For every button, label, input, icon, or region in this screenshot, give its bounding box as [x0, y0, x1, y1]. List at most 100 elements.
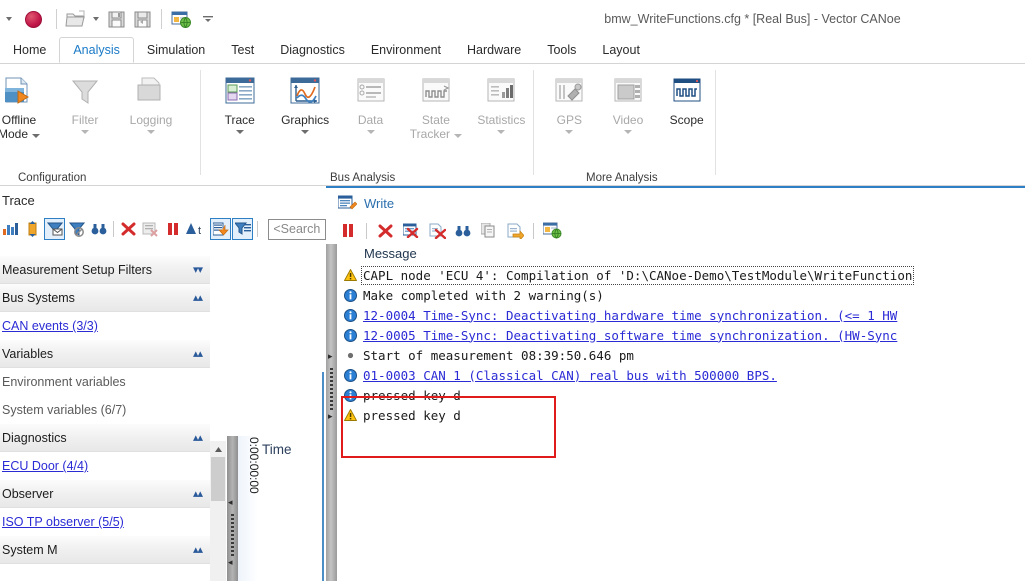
state-tracker-icon — [417, 72, 455, 110]
chevron-down-icon[interactable] — [235, 130, 244, 134]
tree-item-environment-variables[interactable]: Environment variables — [0, 368, 210, 396]
ribbon-item-video[interactable]: Video — [599, 68, 658, 134]
write-message-row[interactable]: Make completed with 2 warning(s) — [337, 285, 1025, 305]
chevron-down-icon[interactable] — [81, 130, 89, 134]
ribbon-item-statistics[interactable]: Statistics — [469, 68, 534, 134]
chevron-double-up-icon[interactable]: ▴▴ — [193, 291, 203, 304]
trace-splitter[interactable]: ◂ ◂ — [227, 436, 238, 581]
chevron-down-icon[interactable] — [301, 130, 310, 134]
collapse-left-arrow-icon-2[interactable]: ◂ — [228, 558, 237, 567]
chevron-double-down-icon[interactable]: ▾▾ — [193, 263, 203, 276]
filter-active-icon[interactable] — [44, 218, 66, 240]
tab-home[interactable]: Home — [0, 38, 59, 63]
ribbon-item-filter[interactable]: Filter — [52, 68, 118, 134]
write-message-row[interactable]: 12-0005 Time-Sync: Deactivating software… — [337, 325, 1025, 345]
caret-down-icon[interactable] — [2, 6, 16, 32]
write-message-row[interactable]: CAPL node 'ECU 4': Compilation of 'D:\CA… — [337, 265, 1025, 285]
save-to-file-icon[interactable] — [503, 220, 527, 242]
write-gutter[interactable]: ▸ ▸ — [326, 244, 337, 581]
tab-diagnostics[interactable]: Diagnostics — [267, 38, 358, 63]
expand-collapse-icon[interactable] — [22, 218, 43, 240]
clear-page-icon[interactable] — [425, 220, 449, 242]
ribbon-item-state-tracker[interactable]: State Tracker — [403, 68, 468, 141]
chevron-down-icon[interactable] — [454, 133, 463, 138]
tree-item-can-events[interactable]: CAN events (3/3) — [0, 312, 210, 340]
write-message-row[interactable]: 01-0003 CAN 1 (Classical CAN) real bus w… — [337, 365, 1025, 385]
write-message-link[interactable]: 01-0003 CAN 1 (Classical CAN) real bus w… — [363, 368, 777, 383]
ribbon-item-graphics[interactable]: Graphics — [272, 68, 337, 134]
tree-section-bus-systems[interactable]: Bus Systems ▴▴ — [0, 284, 210, 312]
clear-red-x-icon[interactable] — [118, 218, 139, 240]
write-message-row[interactable]: Start of measurement 08:39:50.646 pm — [337, 345, 1025, 365]
chevron-down-icon[interactable] — [147, 130, 155, 134]
customize-icon[interactable] — [194, 6, 222, 32]
chevron-down-icon[interactable] — [624, 130, 632, 134]
ribbon-item-gps[interactable]: GPS — [540, 68, 599, 134]
tab-hardware[interactable]: Hardware — [454, 38, 534, 63]
write-message-row[interactable]: 12-0004 Time-Sync: Deactivating hardware… — [337, 305, 1025, 325]
tree-item-iso-tp-observer[interactable]: ISO TP observer (5/5) — [0, 508, 210, 536]
publish-globe-icon[interactable] — [168, 6, 194, 32]
ribbon-item-trace[interactable]: Trace — [207, 68, 272, 134]
tab-simulation[interactable]: Simulation — [134, 38, 218, 63]
save-icon[interactable] — [103, 6, 129, 32]
scroll-to-end-icon[interactable] — [210, 218, 232, 240]
search-input[interactable]: <Search — [268, 218, 326, 240]
ribbon-item-logging[interactable]: Logging — [118, 68, 184, 134]
tree-section-diagnostics[interactable]: Diagnostics ▴▴ — [0, 424, 210, 452]
tree-section-measurement-setup-filters[interactable]: Measurement Setup Filters ▾▾ — [0, 256, 210, 284]
tree-item-system-variables[interactable]: System variables (6/7) — [0, 396, 210, 424]
tab-tools[interactable]: Tools — [534, 38, 589, 63]
save-as-icon[interactable] — [129, 6, 155, 32]
tab-analysis[interactable]: Analysis — [59, 37, 134, 63]
pause-icon[interactable] — [336, 220, 360, 242]
tree-section-observer[interactable]: Observer ▴▴ — [0, 480, 210, 508]
tree-section-variables[interactable]: Variables ▴▴ — [0, 340, 210, 368]
filter-config-icon[interactable] — [232, 218, 254, 240]
ribbon-item-data[interactable]: Data — [338, 68, 403, 134]
write-message-link[interactable]: 12-0004 Time-Sync: Deactivating hardware… — [363, 308, 897, 323]
chevron-down-icon[interactable] — [366, 130, 375, 134]
write-window: Write ▸ ▸ Message CAPL node 'ECU 4': Com… — [326, 186, 1025, 581]
tab-environment[interactable]: Environment — [358, 38, 454, 63]
expand-right-arrow-icon-2[interactable]: ▸ — [328, 412, 336, 421]
copy-icon[interactable] — [477, 220, 501, 242]
record-icon[interactable] — [16, 6, 50, 32]
write-message-link[interactable]: 12-0005 Time-Sync: Deactivating software… — [363, 328, 897, 343]
find-binoculars-icon[interactable] — [451, 220, 475, 242]
tree-item-ecu-door[interactable]: ECU Door (4/4) — [0, 452, 210, 480]
collapse-left-arrow-icon[interactable]: ◂ — [228, 498, 237, 507]
chevron-down-icon[interactable] — [565, 130, 574, 134]
write-message-row[interactable]: pressed key d — [337, 405, 1025, 425]
ribbon-content: t Offline Mode — [0, 63, 1025, 186]
caret-down-icon[interactable] — [89, 6, 103, 32]
sort-at-icon[interactable]: t — [184, 218, 209, 240]
tree-section-system-messages[interactable]: System M ▴▴ — [0, 536, 210, 564]
open-folder-icon[interactable] — [63, 6, 89, 32]
scrollbar-thumb[interactable] — [211, 457, 225, 501]
chevron-double-up-icon[interactable]: ▴▴ — [193, 431, 203, 444]
expand-right-arrow-icon[interactable]: ▸ — [328, 352, 336, 361]
ribbon-item-scope[interactable]: Scope — [657, 68, 716, 127]
chevron-double-up-icon[interactable]: ▴▴ — [193, 487, 203, 500]
clear-red-x-icon[interactable] — [373, 220, 397, 242]
find-binoculars-icon[interactable] — [88, 218, 109, 240]
chevron-double-up-icon[interactable]: ▴▴ — [193, 347, 203, 360]
chevron-down-icon[interactable] — [497, 130, 506, 134]
trace-window-title: Trace — [2, 193, 35, 208]
write-message-text: Start of measurement 08:39:50.646 pm — [363, 347, 634, 363]
tab-test[interactable]: Test — [218, 38, 267, 63]
trace-tree-scrollbar[interactable] — [210, 441, 226, 581]
statistics-toggle-icon[interactable] — [0, 218, 21, 240]
chevron-down-icon[interactable] — [32, 133, 41, 138]
export-html-icon[interactable] — [540, 220, 564, 242]
tab-layout[interactable]: Layout — [589, 38, 653, 63]
filter-stop-icon[interactable] — [66, 218, 87, 240]
scroll-up-arrow-icon[interactable] — [210, 441, 226, 457]
chevron-double-up-icon[interactable]: ▴▴ — [193, 543, 203, 556]
write-message-row[interactable]: pressed key d — [337, 385, 1025, 405]
clear-all-icon[interactable] — [399, 220, 423, 242]
pause-icon[interactable] — [162, 218, 183, 240]
clear-list-icon[interactable] — [140, 218, 161, 240]
ribbon-item-offline-mode[interactable]: Offline Mode — [0, 68, 52, 141]
